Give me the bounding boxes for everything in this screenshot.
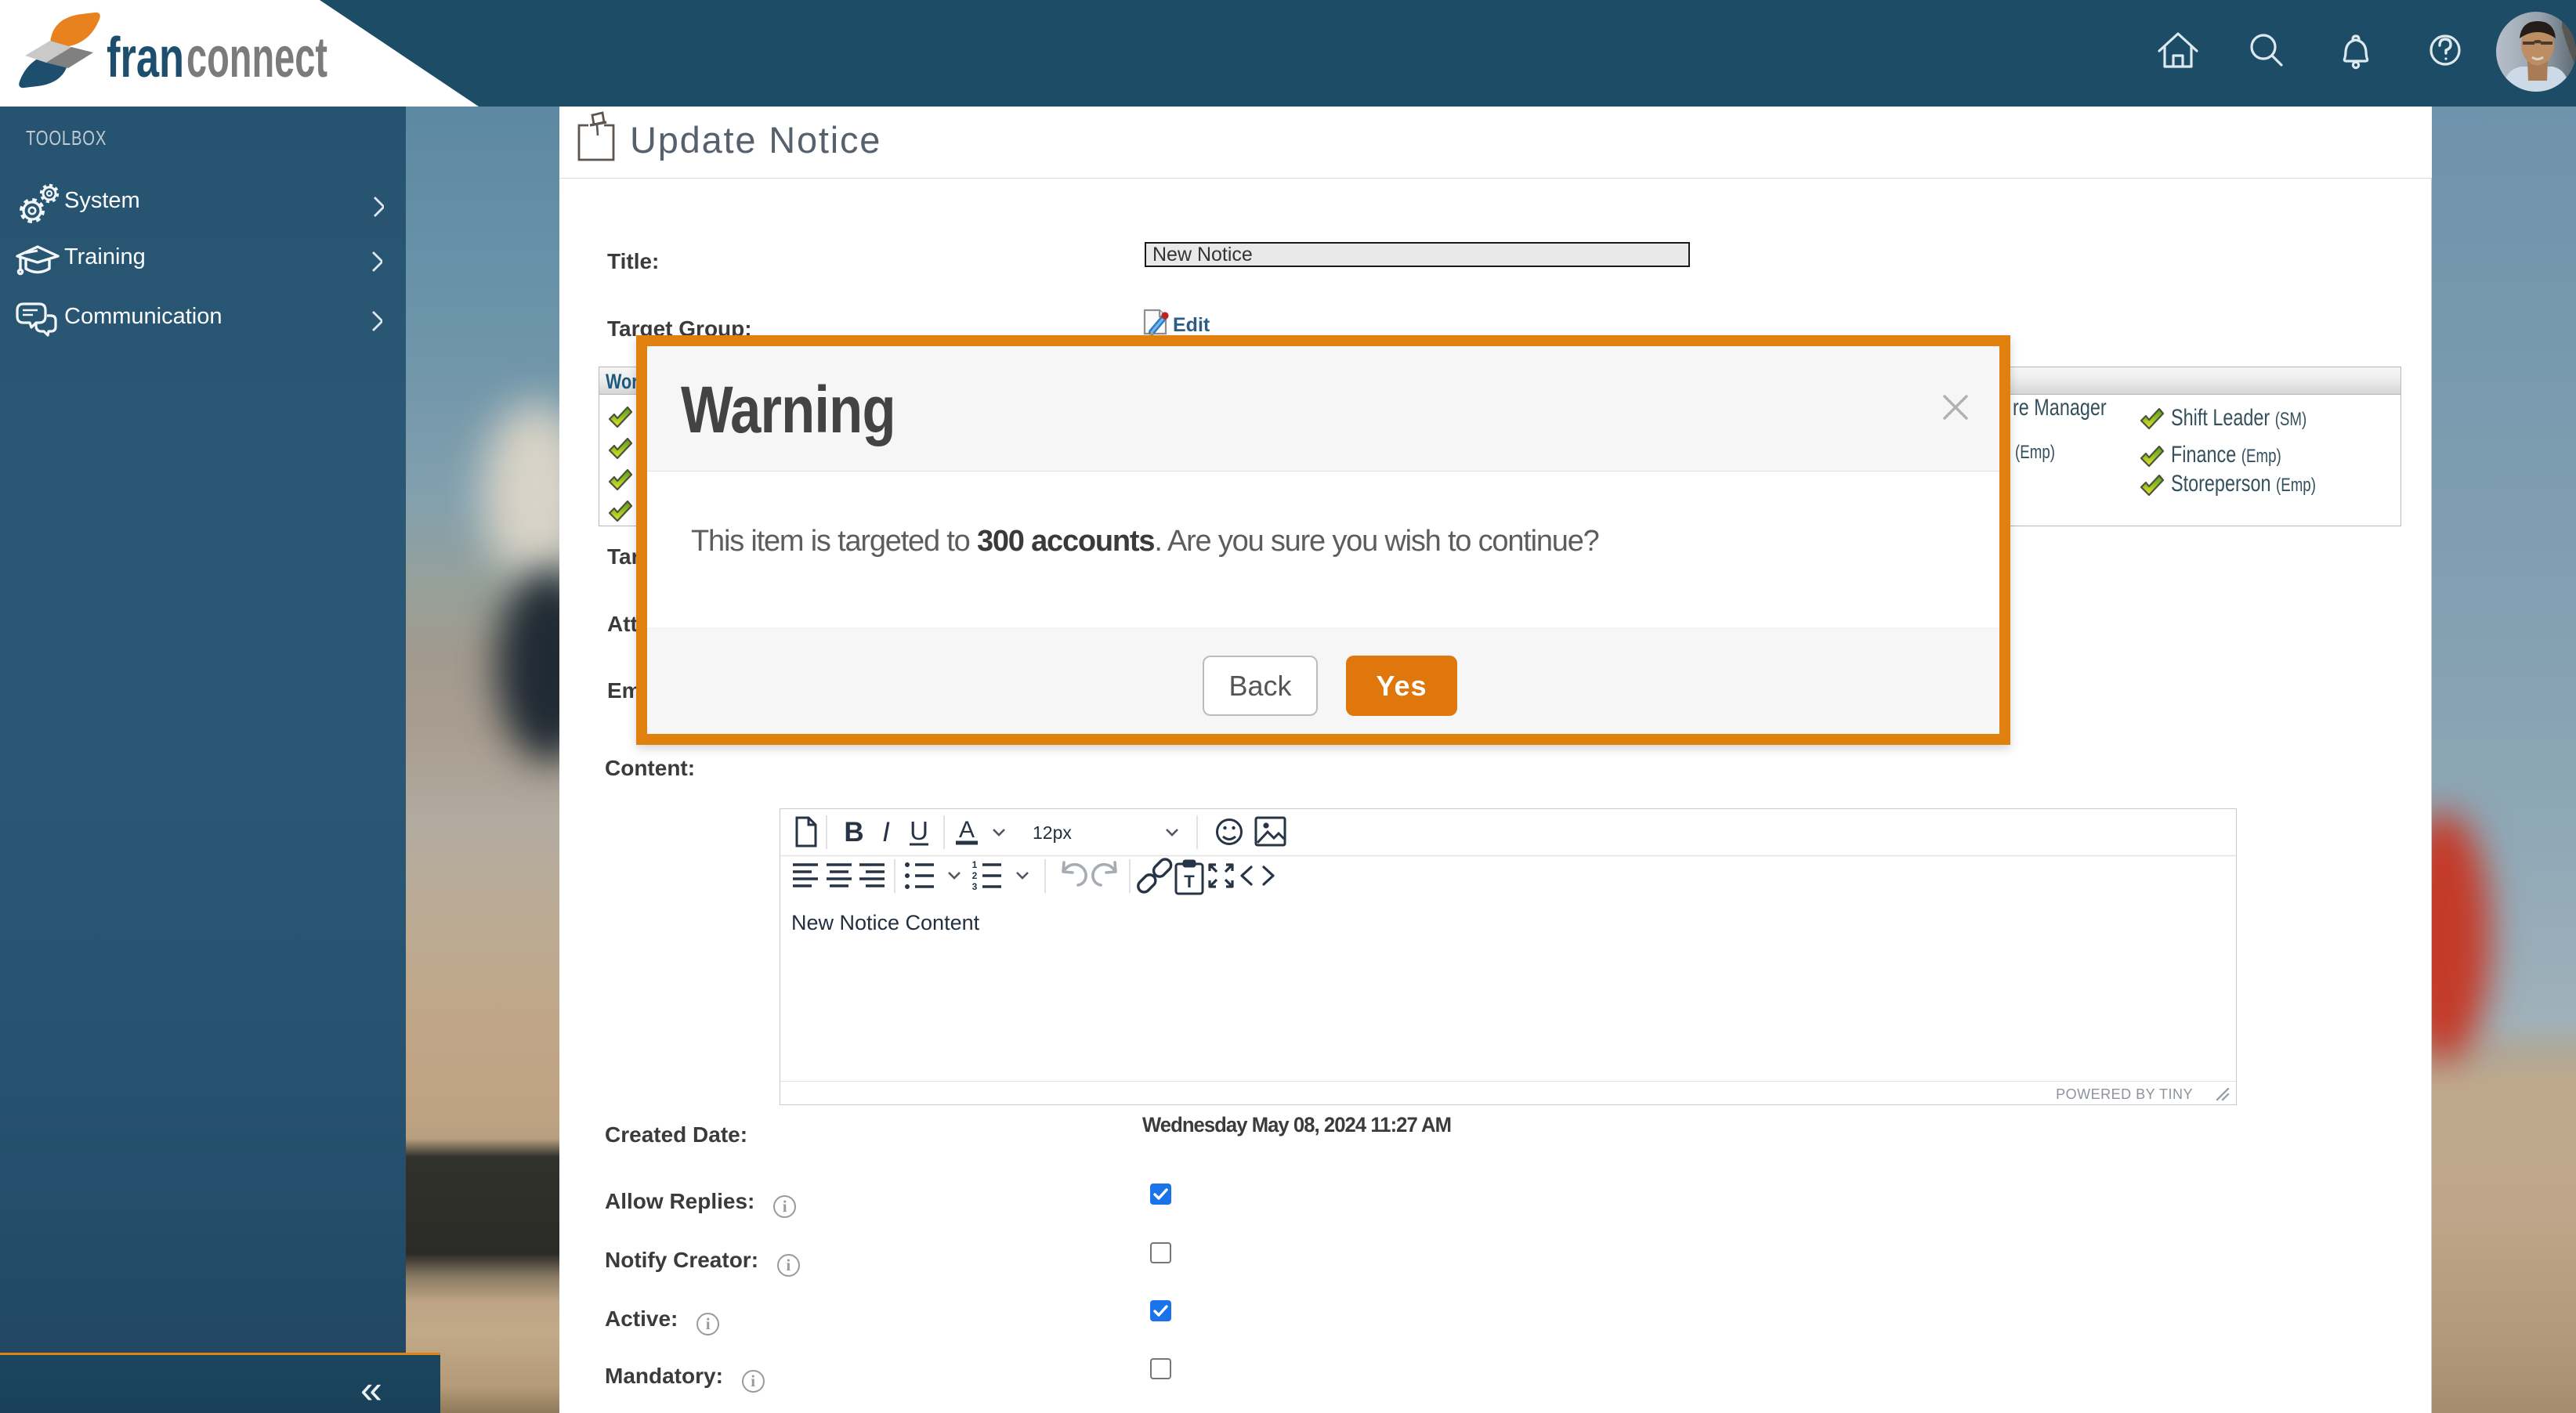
svg-text:2: 2 — [972, 870, 978, 881]
svg-text:3: 3 — [972, 881, 978, 892]
svg-text:I: I — [882, 817, 890, 847]
svg-text:1: 1 — [972, 859, 978, 870]
svg-text:12px: 12px — [1033, 822, 1072, 843]
svg-text:fran: fran — [107, 27, 184, 89]
svg-text:T: T — [1184, 872, 1195, 891]
svg-text:connect: connect — [186, 27, 327, 89]
svg-text:A: A — [959, 817, 975, 843]
svg-text:U: U — [910, 816, 928, 845]
svg-text:B: B — [844, 817, 863, 847]
